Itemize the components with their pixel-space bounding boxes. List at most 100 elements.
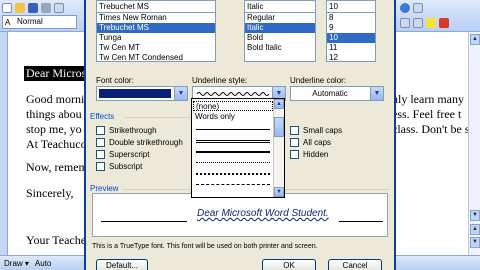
subscript-checkbox[interactable]: Subscript: [96, 162, 142, 171]
scroll-up-icon[interactable]: ▲: [470, 34, 480, 45]
doc-line-2-right: nly learn many: [392, 92, 464, 106]
indent-icon[interactable]: [400, 18, 410, 28]
underline-option-dashed[interactable]: [196, 184, 270, 185]
highlight-icon[interactable]: [426, 18, 436, 28]
next-page-icon[interactable]: ▼: [470, 237, 480, 248]
checkbox-box[interactable]: [96, 150, 105, 159]
checkbox-box[interactable]: [96, 138, 105, 147]
doc-line-4-left: stop me, yo: [26, 122, 82, 136]
font-style-item[interactable]: Bold Italic: [245, 43, 315, 53]
underline-option-thick[interactable]: [196, 151, 270, 153]
standard-toolbar: [2, 1, 64, 15]
autoshapes-menu[interactable]: Auto: [35, 259, 51, 268]
font-size-current[interactable]: 10: [327, 1, 375, 13]
underline-color-label: Underline color:: [290, 76, 347, 85]
font-size-item[interactable]: 11: [327, 43, 375, 53]
underline-option-words-only[interactable]: Words only: [193, 112, 273, 122]
scroll-up-icon[interactable]: ▲: [274, 99, 284, 109]
underline-color-combo[interactable]: Automatic ▼: [290, 86, 384, 101]
preview-rule-left: [101, 221, 187, 222]
checkbox-box[interactable]: [290, 126, 299, 135]
doc-line-2-left: Good morni: [26, 92, 85, 106]
all-caps-checkbox[interactable]: All caps: [290, 138, 331, 147]
doc-line-3-left: things abou: [26, 107, 82, 121]
chevron-down-icon[interactable]: ▼: [174, 87, 187, 100]
scroll-down-icon[interactable]: ▼: [274, 187, 284, 197]
prev-page-icon[interactable]: ▲: [470, 224, 480, 235]
font-style-item[interactable]: Bold: [245, 33, 315, 43]
hidden-checkbox[interactable]: Hidden: [290, 150, 328, 159]
cancel-button[interactable]: Cancel: [328, 259, 382, 270]
open-folder-icon[interactable]: [15, 3, 25, 13]
underline-option-none[interactable]: (none): [193, 101, 273, 111]
font-style-item[interactable]: Regular: [245, 13, 315, 23]
font-size-item[interactable]: 9: [327, 23, 375, 33]
style-value: Normal: [17, 17, 43, 26]
scroll-down-icon[interactable]: ▼: [470, 210, 480, 221]
border-icon[interactable]: [413, 18, 423, 28]
ok-button[interactable]: OK: [262, 259, 316, 270]
superscript-label: Superscript: [109, 150, 150, 159]
small-caps-checkbox[interactable]: Small caps: [290, 126, 342, 135]
vertical-ruler: [0, 32, 8, 255]
doc-line-8-left: Your Teache: [26, 233, 87, 247]
underline-dropdown-scrollbar[interactable]: ▲ ▼: [273, 99, 284, 197]
underline-option-dotted-heavy[interactable]: [196, 173, 270, 175]
font-list-item-selected[interactable]: Trebuchet MS: [97, 23, 215, 33]
document-vertical-scrollbar[interactable]: ▲ ▼ ▲ ▼: [468, 32, 480, 255]
new-document-icon[interactable]: [2, 3, 12, 13]
doc-line-6-left: Now, remem: [26, 160, 88, 174]
underline-style-dropdown[interactable]: (none) Words only ▲ ▼: [191, 98, 285, 198]
font-list-current[interactable]: Trebuchet MS: [97, 1, 215, 13]
right-toolbar: [400, 1, 423, 15]
effects-divider: [124, 117, 196, 118]
strikethrough-label: Strikethrough: [109, 126, 157, 135]
font-list-item[interactable]: Tunga: [97, 33, 215, 43]
all-caps-label: All caps: [303, 138, 332, 147]
hidden-label: Hidden: [303, 150, 329, 159]
underline-option-double[interactable]: [196, 140, 270, 143]
font-color-icon[interactable]: [439, 18, 449, 28]
preview-box: Dear Microsoft Word Student.: [92, 193, 388, 237]
underline-color-value: Automatic: [312, 89, 348, 98]
checkbox-box[interactable]: [290, 150, 299, 159]
font-style-current[interactable]: Italic: [245, 1, 315, 13]
draw-menu[interactable]: Draw ▾: [4, 259, 29, 268]
underline-option-dotted[interactable]: [196, 162, 270, 163]
scroll-thumb[interactable]: [274, 117, 284, 137]
truetype-note: This is a TrueType font. This font will …: [92, 243, 318, 250]
font-list[interactable]: Trebuchet MS Times New Roman Trebuchet M…: [96, 0, 216, 62]
subscript-label: Subscript: [109, 162, 143, 171]
checkbox-box[interactable]: [96, 162, 105, 171]
underline-style-label: Underline style:: [192, 76, 248, 85]
preview-icon[interactable]: [54, 3, 64, 13]
effects-group-label: Effects: [90, 112, 115, 121]
format-toolbar-right: [400, 16, 449, 30]
default-button[interactable]: Default...: [96, 259, 148, 270]
doc-line-4-right: class. Don't be s: [392, 122, 470, 136]
double-strikethrough-label: Double strikethrough: [109, 138, 183, 147]
print-icon[interactable]: [41, 3, 51, 13]
style-combo[interactable]: A Normal: [2, 15, 77, 29]
font-size-item[interactable]: 8: [327, 13, 375, 23]
checkbox-box[interactable]: [290, 138, 299, 147]
font-list-item[interactable]: Tw Cen MT: [97, 43, 215, 53]
underline-option-single[interactable]: [196, 129, 270, 130]
font-style-item-selected[interactable]: Italic: [245, 23, 315, 33]
checkbox-box[interactable]: [96, 126, 105, 135]
font-size-item[interactable]: 12: [327, 53, 375, 61]
font-size-list[interactable]: 10 8 9 10 11 12: [326, 0, 376, 62]
font-list-item[interactable]: Times New Roman: [97, 13, 215, 23]
zoom-icon[interactable]: [413, 3, 423, 13]
superscript-checkbox[interactable]: Superscript: [96, 150, 149, 159]
save-icon[interactable]: [28, 3, 38, 13]
chevron-down-icon[interactable]: ▼: [370, 87, 383, 100]
font-color-combo[interactable]: ▼: [96, 86, 188, 101]
help-icon[interactable]: [400, 3, 410, 13]
strikethrough-checkbox[interactable]: Strikethrough: [96, 126, 157, 135]
font-size-item-selected[interactable]: 10: [327, 33, 375, 43]
font-list-item[interactable]: Tw Cen MT Condensed: [97, 53, 215, 61]
font-color-swatch: [99, 89, 171, 98]
font-style-list[interactable]: Italic Regular Italic Bold Bold Italic: [244, 0, 316, 62]
double-strikethrough-checkbox[interactable]: Double strikethrough: [96, 138, 183, 147]
